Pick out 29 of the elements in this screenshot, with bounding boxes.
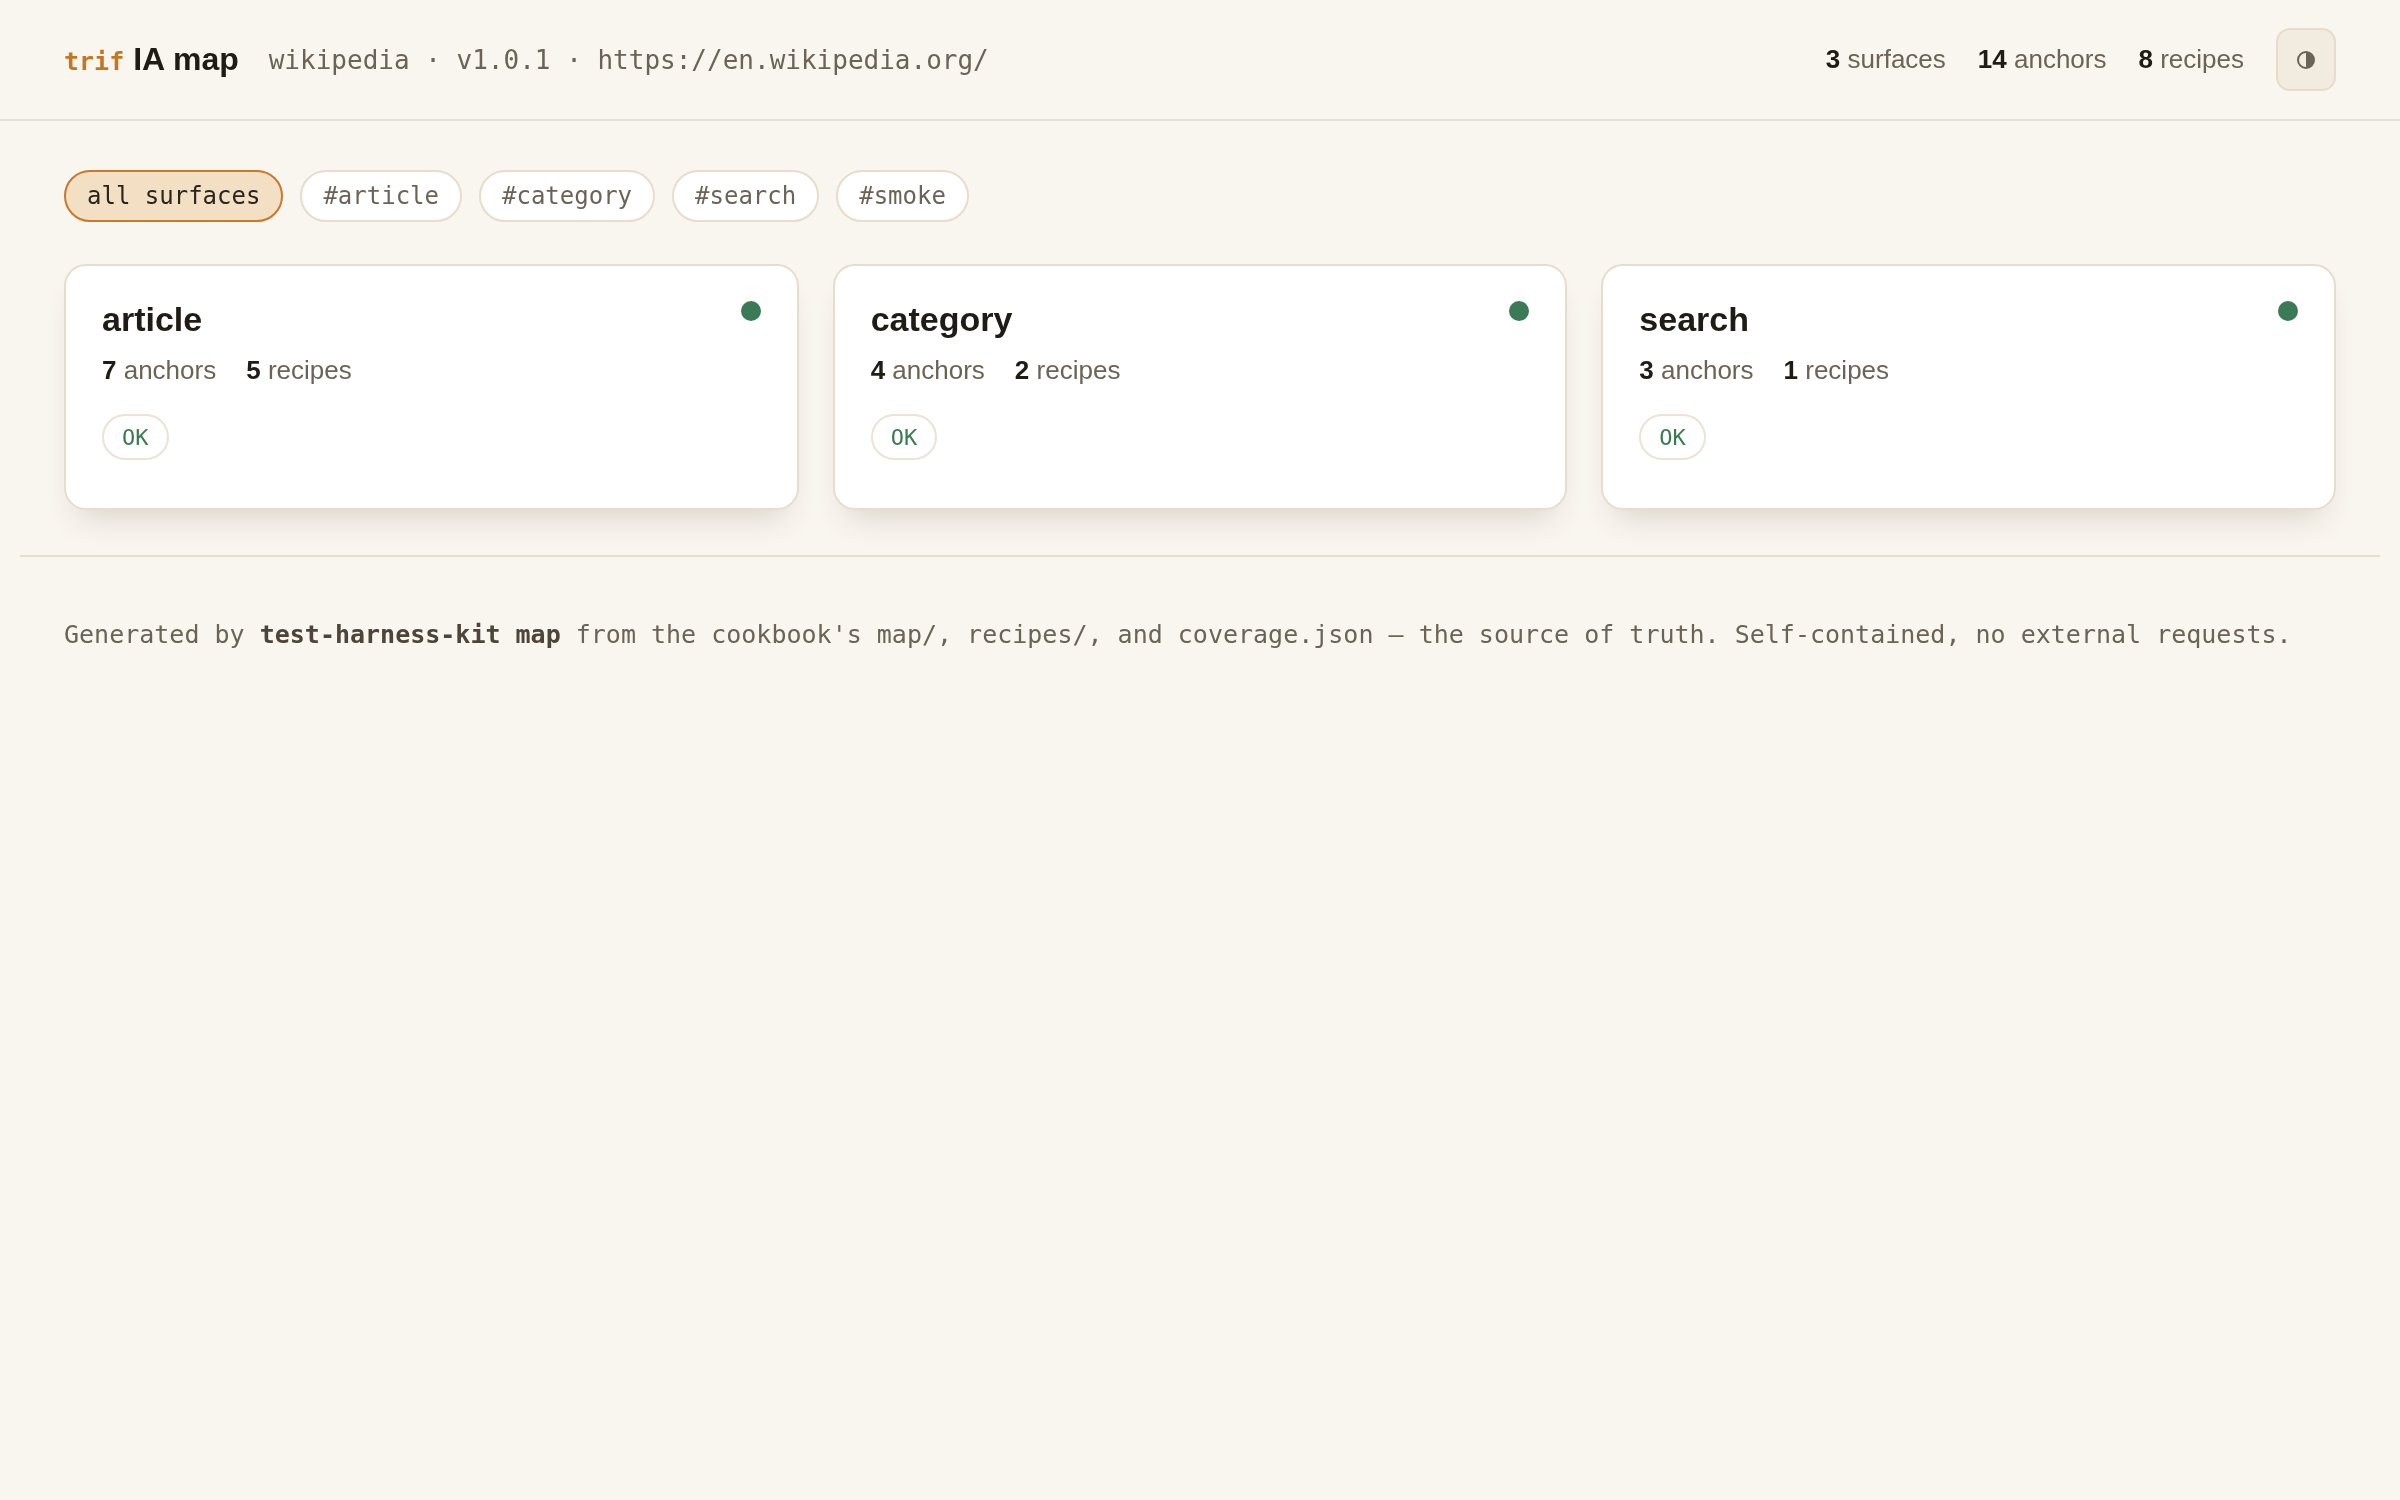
surface-title: search [1639, 299, 1749, 340]
surface-stat: 2 recipes [1014, 354, 1121, 386]
status-badge: OK [1639, 414, 1706, 460]
status-badge: OK [870, 414, 938, 460]
status-badge: OK [102, 414, 169, 460]
surface-title: article [102, 299, 203, 340]
surface-title: category [870, 299, 1013, 340]
contrast-icon [2297, 50, 2315, 69]
footer-text: Generated by test-harness-kit map from the cookbook's map/, recipes/, and coverage.json — the source of truth. Self-contained, no external requests. [64, 620, 2292, 649]
surface-stat: 7 anchors [102, 354, 217, 386]
summary-stat: 3 surfaces [1825, 44, 1946, 75]
filter-chip[interactable]: #article [300, 170, 462, 222]
summary-stat: 8 recipes [2138, 44, 2244, 75]
surface-stat: 5 recipes [246, 354, 352, 386]
surface-stat: 1 recipes [1783, 354, 1890, 386]
filter-chip[interactable]: all surfaces [64, 170, 284, 222]
filter-chip[interactable]: #search [672, 170, 820, 222]
surface-stat: 3 anchors [1639, 354, 1754, 386]
site-meta-text: wikipedia · v1.0.1 · https://en.wikipedia.org/ [268, 44, 989, 75]
surface-stat: 4 anchors [870, 354, 985, 386]
app-title: IA map [133, 41, 239, 78]
surface-card[interactable]: search 3 anchors 1 recipes OK [1601, 264, 2336, 510]
theme-toggle-button[interactable] [2276, 28, 2336, 91]
summary-stat: 14 anchors [1977, 44, 2107, 75]
filter-chip[interactable]: #category [479, 170, 656, 222]
filter-chip[interactable]: #smoke [836, 170, 969, 222]
brand-mark: trif [64, 47, 125, 76]
surface-card[interactable]: category 4 anchors 2 recipes OK [832, 264, 1568, 510]
surface-card[interactable]: article 7 anchors 5 recipes OK [64, 264, 799, 510]
